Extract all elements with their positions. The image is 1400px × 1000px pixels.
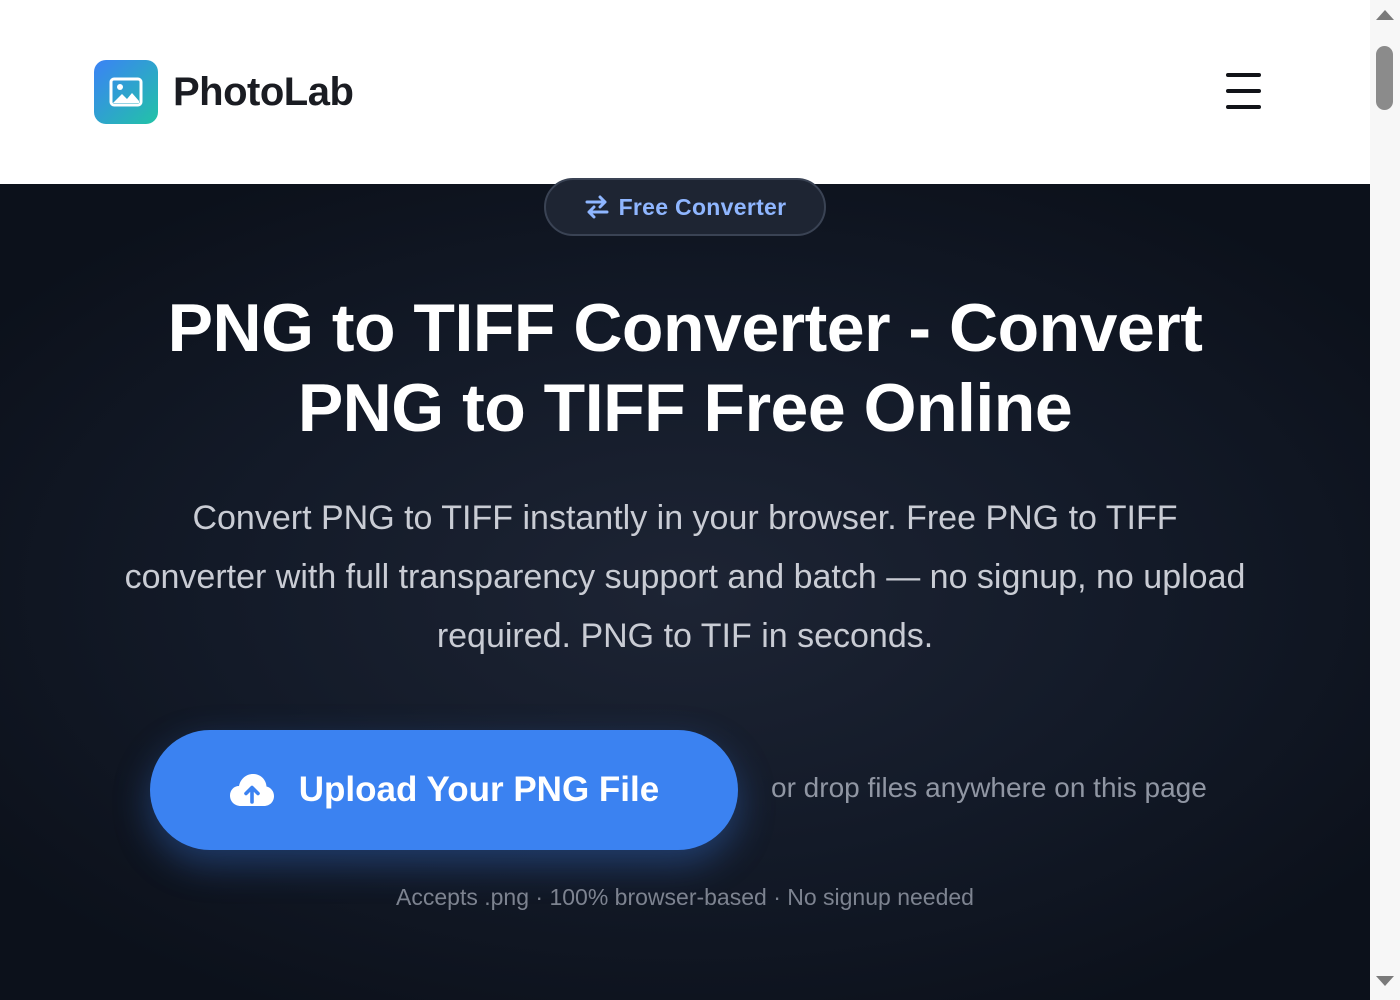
site-header: PhotoLab xyxy=(0,0,1370,184)
swap-arrows-icon xyxy=(585,195,609,219)
image-icon xyxy=(94,60,158,124)
brand-name: PhotoLab xyxy=(173,69,354,114)
scrollbar-thumb[interactable] xyxy=(1376,46,1393,110)
page-title-line-2: PNG to TIFF Free Online xyxy=(297,370,1073,446)
drop-zone-hint: or drop files anywhere on this page xyxy=(771,772,1207,803)
scroll-down-arrow-icon[interactable] xyxy=(1376,976,1394,986)
vertical-scrollbar[interactable] xyxy=(1370,0,1400,1000)
free-converter-badge: Free Converter xyxy=(544,178,826,236)
hero-section: Free Converter PNG to TIFF Converter - C… xyxy=(0,178,1370,1000)
hero-subtitle: Convert PNG to TIFF instantly in your br… xyxy=(124,499,1246,655)
menu-bar xyxy=(1226,73,1261,77)
scroll-up-arrow-icon[interactable] xyxy=(1376,10,1394,20)
page: PhotoLab Free Converter PNG to TIFF Conv… xyxy=(0,0,1370,1000)
page-title: PNG to TIFF Converter - Convert PNG to T… xyxy=(85,288,1285,448)
menu-bar xyxy=(1226,89,1261,93)
badge-label: Free Converter xyxy=(618,193,787,220)
page-title-line-1: PNG to TIFF Converter - Convert xyxy=(167,290,1203,366)
hamburger-menu-icon[interactable] xyxy=(1222,70,1264,112)
upload-png-button[interactable]: Upload Your PNG File xyxy=(150,730,738,850)
brand-logo-link[interactable]: PhotoLab xyxy=(94,60,354,124)
upload-button-label: Upload Your PNG File xyxy=(298,770,660,809)
menu-bar xyxy=(1226,105,1261,109)
cloud-upload-icon xyxy=(229,774,274,806)
accepted-formats-note: Accepts .png · 100% browser-based · No s… xyxy=(396,884,974,910)
